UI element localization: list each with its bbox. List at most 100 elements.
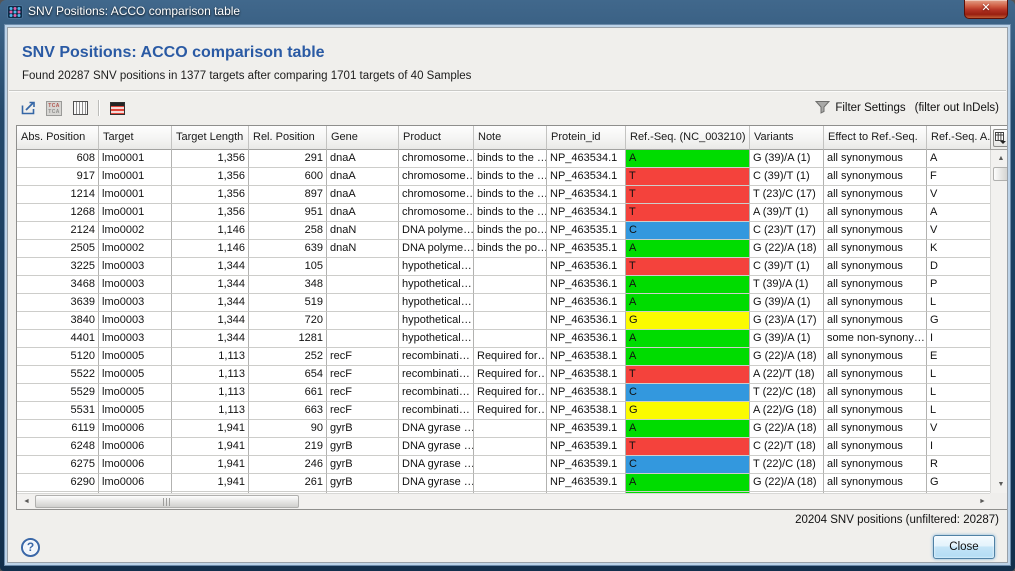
table-row[interactable]: 3840lmo00031,344720hypothetical…NP_46353… [17,312,992,330]
cell-abs: 917 [17,168,99,186]
funnel-icon[interactable] [815,100,830,117]
scroll-up-arrow-icon[interactable]: ▲ [992,151,1008,166]
table-row[interactable]: 917lmo00011,356600dnaAchromosome…binds t… [17,168,992,186]
cell-rel: 654 [249,366,327,384]
cell-protein: NP_463536.1 [547,312,626,330]
scroll-left-arrow-icon[interactable]: ◄ [19,495,34,509]
vertical-scrollbar-thumb[interactable] [993,167,1008,181]
column-header-effect[interactable]: Effect to Ref.-Seq. [824,126,927,150]
scroll-down-arrow-icon[interactable]: ▼ [992,477,1008,492]
column-header-length[interactable]: Target Length [172,126,249,150]
cell-aa: R [927,456,992,474]
table-row[interactable]: 6119lmo00061,94190gyrBDNA gyrase …NP_463… [17,420,992,438]
table-row[interactable]: 6275lmo00061,941246gyrBDNA gyrase …NP_46… [17,456,992,474]
help-button[interactable]: ? [21,538,40,557]
cell-length: 1,344 [172,258,249,276]
filter-table-rows-icon[interactable] [107,98,127,118]
cell-gene: gyrB [327,420,399,438]
filter-settings: Filter Settings (filter out InDels) [815,96,999,120]
close-x-icon: ✕ [981,2,990,14]
cell-abs: 5531 [17,402,99,420]
cell-ref: C [626,384,750,402]
cell-variants: C (23)/T (17) [750,222,824,240]
scroll-right-arrow-icon[interactable]: ► [975,495,990,509]
vertical-scrollbar[interactable]: ▲ ▼ [990,150,1008,493]
cell-abs: 3840 [17,312,99,330]
cell-target: lmo0001 [99,186,172,204]
cell-effect: all synonymous [824,438,927,456]
cell-product: DNA polyme… [399,240,474,258]
cell-gene [327,276,399,294]
column-header-ref[interactable]: Ref.-Seq. (NC_003210) [626,126,750,150]
cell-aa: V [927,186,992,204]
cell-effect: all synonymous [824,240,927,258]
table-row[interactable]: 5529lmo00051,113661recFrecombinati…Requi… [17,384,992,402]
column-header-rel[interactable]: Rel. Position [249,126,327,150]
cell-aa: L [927,384,992,402]
cell-aa: G [927,474,992,492]
table-row[interactable]: 3225lmo00031,344105hypothetical…NP_46353… [17,258,992,276]
table-row[interactable]: 2124lmo00021,146258dnaNDNA polyme…binds … [17,222,992,240]
column-header-abs[interactable]: Abs. Position [17,126,99,150]
cell-effect: all synonymous [824,384,927,402]
cell-variants: T (22)/C (18) [750,384,824,402]
cell-abs: 1268 [17,204,99,222]
column-settings-button[interactable] [990,126,1008,150]
close-button[interactable]: Close [933,535,995,559]
cell-gene: dnaA [327,168,399,186]
column-header-gene[interactable]: Gene [327,126,399,150]
cell-product: recombinati… [399,348,474,366]
cell-ref: T [626,438,750,456]
cell-aa: E [927,348,992,366]
table-row[interactable]: 6248lmo00061,941219gyrBDNA gyrase …NP_46… [17,438,992,456]
table-row[interactable]: 1268lmo00011,356951dnaAchromosome…binds … [17,204,992,222]
horizontal-scrollbar[interactable]: ◄ ► [17,493,992,509]
table-row[interactable]: 6290lmo00061,941261gyrBDNA gyrase …NP_46… [17,474,992,492]
cell-rel: 252 [249,348,327,366]
cell-length: 1,356 [172,186,249,204]
table-row[interactable]: 4401lmo00031,3441281hypothetical…NP_4635… [17,330,992,348]
cell-note [474,456,547,474]
cell-length: 1,356 [172,204,249,222]
cell-note: Required for… [474,366,547,384]
table-row[interactable]: 608lmo00011,356291dnaAchromosome…binds t… [17,150,992,168]
cell-product: hypothetical… [399,312,474,330]
cell-effect: all synonymous [824,348,927,366]
cell-protein: NP_463538.1 [547,384,626,402]
window-title: SNV Positions: ACCO comparison table [28,4,240,18]
filter-settings-note: (filter out InDels) [915,102,999,114]
column-header-protein[interactable]: Protein_id [547,126,626,150]
cell-rel: 600 [249,168,327,186]
column-header-note[interactable]: Note [474,126,547,150]
cell-variants: T (22)/C (18) [750,456,824,474]
cell-protein: NP_463539.1 [547,420,626,438]
table-row[interactable]: 5522lmo00051,113654recFrecombinati…Requi… [17,366,992,384]
cell-ref: T [626,258,750,276]
window-frame: SNV Positions: ACCO comparison table Fou… [4,24,1011,566]
cell-length: 1,356 [172,150,249,168]
cell-abs: 3468 [17,276,99,294]
cell-effect: all synonymous [824,294,927,312]
window-close-button[interactable]: ✕ [964,0,1008,19]
cell-rel: 348 [249,276,327,294]
table-row[interactable]: 3468lmo00031,344348hypothetical…NP_46353… [17,276,992,294]
column-header-product[interactable]: Product [399,126,474,150]
column-header-variants[interactable]: Variants [750,126,824,150]
filter-settings-label[interactable]: Filter Settings [835,102,905,114]
cell-abs: 6290 [17,474,99,492]
table-row[interactable]: 2505lmo00021,146639dnaNDNA polyme…binds … [17,240,992,258]
cell-target: lmo0002 [99,240,172,258]
export-graphics-icon[interactable] [18,98,38,118]
column-header-target[interactable]: Target [99,126,172,150]
column-header-aa[interactable]: Ref.-Seq. A... [927,126,992,150]
table-row[interactable]: 5531lmo00051,113663recFrecombinati…Requi… [17,402,992,420]
table-row[interactable]: 1214lmo00011,356897dnaAchromosome…binds … [17,186,992,204]
dialog-content: SNV Positions: ACCO comparison table Fou… [7,27,1008,563]
show-table-columns-icon[interactable] [70,98,90,118]
cell-protein: NP_463534.1 [547,186,626,204]
horizontal-scrollbar-thumb[interactable] [35,495,299,508]
cell-protein: NP_463536.1 [547,330,626,348]
table-row[interactable]: 3639lmo00031,344519hypothetical…NP_46353… [17,294,992,312]
text-view-icon-disabled: TCATCA [44,98,64,118]
table-row[interactable]: 5120lmo00051,113252recFrecombinati…Requi… [17,348,992,366]
